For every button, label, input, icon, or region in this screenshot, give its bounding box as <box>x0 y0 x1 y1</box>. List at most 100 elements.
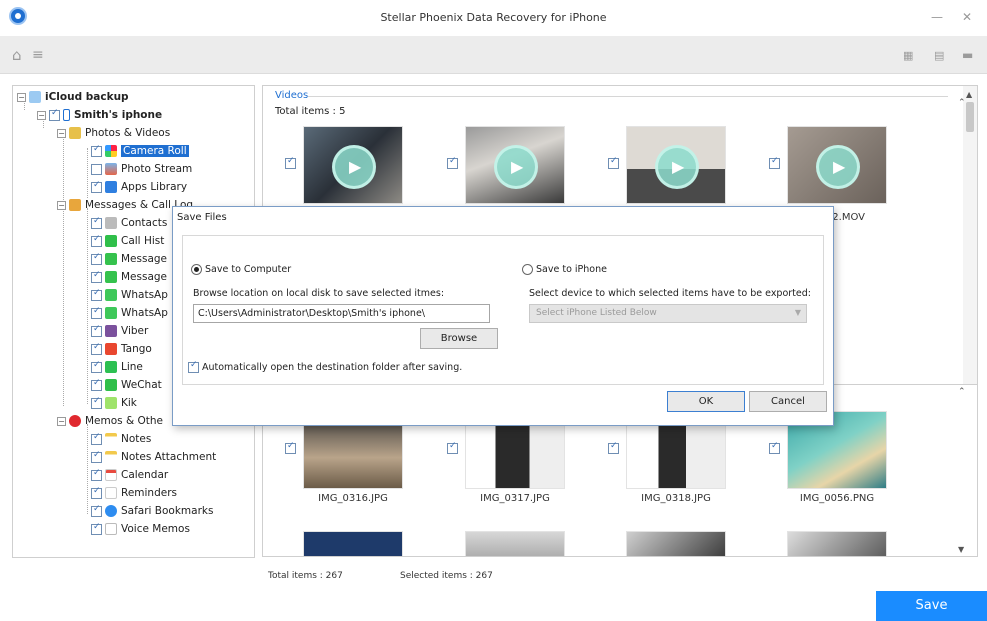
calendar-icon <box>105 469 117 481</box>
collapse-icon[interactable]: − <box>57 416 66 426</box>
photo-thumbnail[interactable] <box>787 531 887 556</box>
collapse-panel-icon[interactable]: ⌃ <box>958 387 966 397</box>
videos-scrollbar[interactable]: ▲ <box>963 86 977 384</box>
tree-item-apps-library[interactable]: Apps Library <box>91 178 187 196</box>
photo-checkbox[interactable] <box>608 441 619 454</box>
tree-group-photos[interactable]: − Photos & Videos <box>57 124 170 142</box>
tree-item-line[interactable]: Line <box>91 358 143 376</box>
browse-button[interactable]: Browse <box>420 328 498 349</box>
save-path-input[interactable] <box>193 304 490 323</box>
save-to-iphone-label[interactable]: Save to iPhone <box>536 264 607 275</box>
video-checkbox[interactable] <box>769 156 780 169</box>
item-checkbox[interactable] <box>91 342 102 355</box>
photo-thumbnail[interactable] <box>465 531 565 556</box>
photo-checkbox[interactable] <box>447 441 458 454</box>
item-label: Message <box>121 253 168 265</box>
tree-item-messages[interactable]: Message <box>91 250 167 268</box>
cancel-button[interactable]: Cancel <box>749 391 827 412</box>
collapse-icon[interactable]: − <box>57 200 66 210</box>
tree-item-notes[interactable]: Notes <box>91 430 151 448</box>
line-icon <box>105 361 117 373</box>
scroll-thumb[interactable] <box>966 102 974 132</box>
item-checkbox[interactable] <box>91 468 102 481</box>
save-to-computer-label[interactable]: Save to Computer <box>205 264 291 275</box>
tree-item-viber[interactable]: Viber <box>91 322 148 340</box>
device-checkbox[interactable] <box>49 108 60 121</box>
video-thumbnail[interactable] <box>303 126 403 204</box>
videos-total: Total items : 5 <box>275 106 346 117</box>
item-checkbox[interactable] <box>91 180 102 193</box>
item-checkbox[interactable] <box>91 396 102 409</box>
photo-checkbox[interactable] <box>769 441 780 454</box>
tree-item-tango[interactable]: Tango <box>91 340 152 358</box>
video-thumbnail[interactable] <box>465 126 565 204</box>
cart-icon[interactable]: ▬ <box>962 48 973 62</box>
item-checkbox[interactable] <box>91 252 102 265</box>
tree-item-notes-attachment[interactable]: Notes Attachment <box>91 448 216 466</box>
tree-item-kik[interactable]: Kik <box>91 394 137 412</box>
tree-item-safari-bookmarks[interactable]: Safari Bookmarks <box>91 502 213 520</box>
item-checkbox[interactable] <box>91 144 102 157</box>
item-checkbox[interactable] <box>91 360 102 373</box>
auto-open-checkbox[interactable] <box>188 360 199 373</box>
list-view-icon[interactable]: ▤ <box>934 49 944 62</box>
item-label: Reminders <box>121 487 177 499</box>
ok-button[interactable]: OK <box>667 391 745 412</box>
collapse-icon[interactable]: − <box>37 110 46 120</box>
save-to-iphone-radio[interactable] <box>522 264 533 275</box>
item-checkbox[interactable] <box>91 486 102 499</box>
home-icon[interactable]: ⌂ <box>12 46 22 64</box>
video-checkbox[interactable] <box>447 156 458 169</box>
scroll-down-icon[interactable]: ▼ <box>958 545 964 554</box>
item-checkbox[interactable] <box>91 306 102 319</box>
item-checkbox[interactable] <box>91 522 102 535</box>
save-to-computer-radio[interactable] <box>191 264 202 275</box>
video-checkbox[interactable] <box>285 156 296 169</box>
tree-item-call-history[interactable]: Call Hist <box>91 232 164 250</box>
tree-item-camera-roll[interactable]: Camera Roll <box>91 142 189 160</box>
item-label: Message <box>121 271 168 283</box>
item-checkbox[interactable] <box>91 216 102 229</box>
tree-item-photo-stream[interactable]: Photo Stream <box>91 160 192 178</box>
tree-item-wechat[interactable]: WeChat <box>91 376 162 394</box>
item-checkbox[interactable] <box>91 163 102 175</box>
grid-view-icon[interactable]: ▦ <box>903 49 913 62</box>
tree-group-memos[interactable]: − Memos & Othe <box>57 412 163 430</box>
tree-item-calendar[interactable]: Calendar <box>91 466 168 484</box>
item-checkbox[interactable] <box>91 504 102 517</box>
photo-checkbox[interactable] <box>285 441 296 454</box>
close-button[interactable]: ✕ <box>962 10 972 24</box>
tree-root[interactable]: − iCloud backup <box>17 88 129 106</box>
item-label: Call Hist <box>121 235 165 247</box>
item-checkbox[interactable] <box>91 378 102 391</box>
collapse-icon[interactable]: − <box>17 92 26 102</box>
video-checkbox[interactable] <box>608 156 619 169</box>
collapse-icon[interactable]: − <box>57 128 66 138</box>
tree-item-reminders[interactable]: Reminders <box>91 484 177 502</box>
collapse-panel-icon[interactable]: ⌃ <box>958 98 966 108</box>
tree-device[interactable]: − Smith's iphone <box>37 106 162 124</box>
item-checkbox[interactable] <box>91 234 102 247</box>
save-button[interactable]: Save <box>876 591 987 621</box>
item-checkbox[interactable] <box>91 270 102 283</box>
item-checkbox[interactable] <box>91 324 102 337</box>
photo-thumbnail[interactable] <box>626 531 726 556</box>
tree-item-whatsapp[interactable]: WhatsAp <box>91 286 168 304</box>
menu-icon[interactable]: ≡ <box>32 47 44 63</box>
tree-item-whatsapp-attachments[interactable]: WhatsAp <box>91 304 168 322</box>
tree-root-label: iCloud backup <box>45 91 129 103</box>
auto-open-label[interactable]: Automatically open the destination folde… <box>202 362 462 373</box>
tree-item-message-attachments[interactable]: Message <box>91 268 167 286</box>
minimize-button[interactable]: — <box>931 10 943 24</box>
video-thumbnail[interactable] <box>626 126 726 204</box>
item-checkbox[interactable] <box>91 288 102 301</box>
photo-thumbnail[interactable] <box>303 531 403 556</box>
tree-item-voice-memos[interactable]: Voice Memos <box>91 520 190 538</box>
play-icon <box>655 145 699 189</box>
scroll-up-icon[interactable]: ▲ <box>966 90 972 99</box>
item-checkbox[interactable] <box>91 432 102 445</box>
video-thumbnail[interactable] <box>787 126 887 204</box>
tree-item-contacts[interactable]: Contacts <box>91 214 167 232</box>
item-checkbox[interactable] <box>91 450 102 463</box>
device-select[interactable]: Select iPhone Listed Below ▼ <box>529 304 807 323</box>
